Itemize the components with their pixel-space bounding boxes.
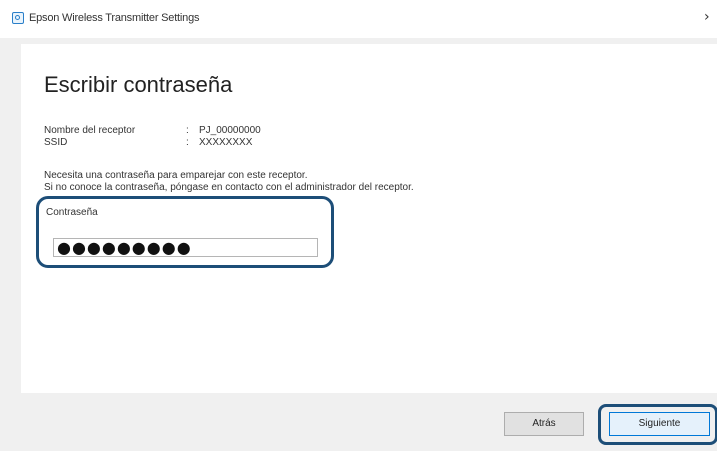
receiver-name-label: Nombre del receptor (44, 125, 136, 136)
close-icon[interactable]: › (704, 9, 716, 25)
password-label: Contraseña (46, 207, 98, 218)
next-button[interactable]: Siguiente (609, 412, 710, 436)
title-bar: Epson Wireless Transmitter Settings › (0, 0, 717, 38)
back-button[interactable]: Atrás (504, 412, 584, 436)
ssid-value: XXXXXXXX (199, 137, 253, 148)
password-field[interactable] (53, 238, 318, 257)
info-message-line2: Si no conoce la contraseña, póngase en c… (44, 182, 414, 193)
receiver-name-value: PJ_00000000 (199, 125, 261, 136)
receiver-name-separator: : (186, 125, 189, 136)
ssid-separator: : (186, 137, 189, 148)
info-message-line1: Necesita una contraseña para emparejar c… (44, 170, 308, 181)
window-title: Epson Wireless Transmitter Settings (29, 12, 200, 24)
ssid-label: SSID (44, 137, 68, 148)
app-icon (12, 12, 24, 24)
page-title: Escribir contraseña (44, 72, 233, 97)
settings-window: Epson Wireless Transmitter Settings › Es… (0, 0, 717, 451)
